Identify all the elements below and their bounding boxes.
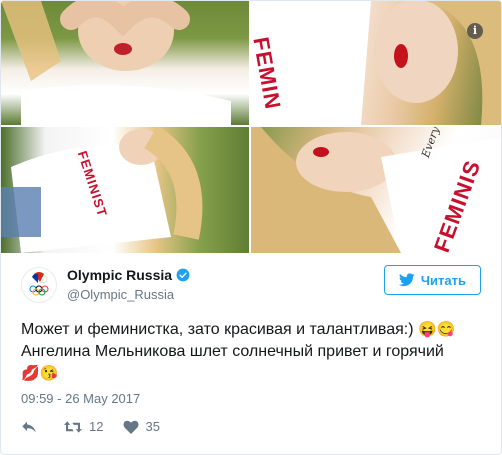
- media-grid[interactable]: FEMIN i FEMINIST Every day FEMINIS: [1, 1, 501, 253]
- photo-1-figure: [1, 1, 231, 125]
- olympic-russia-logo-icon: [29, 272, 49, 296]
- heart-icon: [123, 420, 139, 434]
- photo-2[interactable]: FEMIN i: [251, 1, 501, 125]
- embedded-tweet: FEMIN i FEMINIST Every day FEMINIS Olymp…: [0, 0, 502, 455]
- tweet-text-line-1: Может и феминистка, зато красивая и тала…: [21, 319, 491, 341]
- photo-3[interactable]: FEMINIST: [1, 127, 249, 253]
- photo-2-figure: [251, 1, 501, 125]
- info-icon[interactable]: i: [467, 23, 483, 39]
- reply-action[interactable]: [21, 420, 43, 434]
- tweet-text-line-1-text: Может и феминистка, зато красивая и тала…: [21, 321, 414, 338]
- twitter-bird-icon: [398, 273, 415, 287]
- account-handle[interactable]: @Olympic_Russia: [67, 287, 174, 302]
- tweet-text-line-3: 💋😘: [21, 363, 491, 385]
- tweet-text-line-2: Ангелина Мельникова шлет солнечный приве…: [21, 343, 444, 360]
- follow-button-label: Читать: [420, 272, 466, 288]
- verified-badge-icon: [176, 268, 190, 282]
- like-action[interactable]: 35: [123, 419, 160, 434]
- follow-button[interactable]: Читать: [383, 265, 481, 295]
- emoji: 💋😘: [21, 365, 59, 382]
- tweet-timestamp[interactable]: 09:59 - 26 May 2017: [21, 391, 140, 406]
- retweet-icon: [63, 420, 83, 433]
- display-name[interactable]: Olympic Russia: [67, 267, 172, 283]
- retweet-action[interactable]: 12: [63, 419, 103, 434]
- name-row: Olympic Russia: [67, 267, 190, 283]
- photo-1[interactable]: [1, 1, 249, 125]
- emoji: 😝😋: [418, 321, 456, 338]
- avatar[interactable]: [21, 267, 57, 303]
- photo-3-figure: [1, 127, 203, 253]
- photo-4[interactable]: Every day FEMINIS: [251, 127, 501, 253]
- tweet-actions: 12 35: [21, 419, 180, 434]
- reply-icon: [22, 421, 36, 432]
- like-count: 35: [145, 419, 160, 434]
- tweet-text: Может и феминистка, зато красивая и тала…: [21, 319, 491, 385]
- tweet-header: Olympic Russia @Olympic_Russia Читать: [1, 253, 501, 313]
- retweet-count: 12: [89, 419, 104, 434]
